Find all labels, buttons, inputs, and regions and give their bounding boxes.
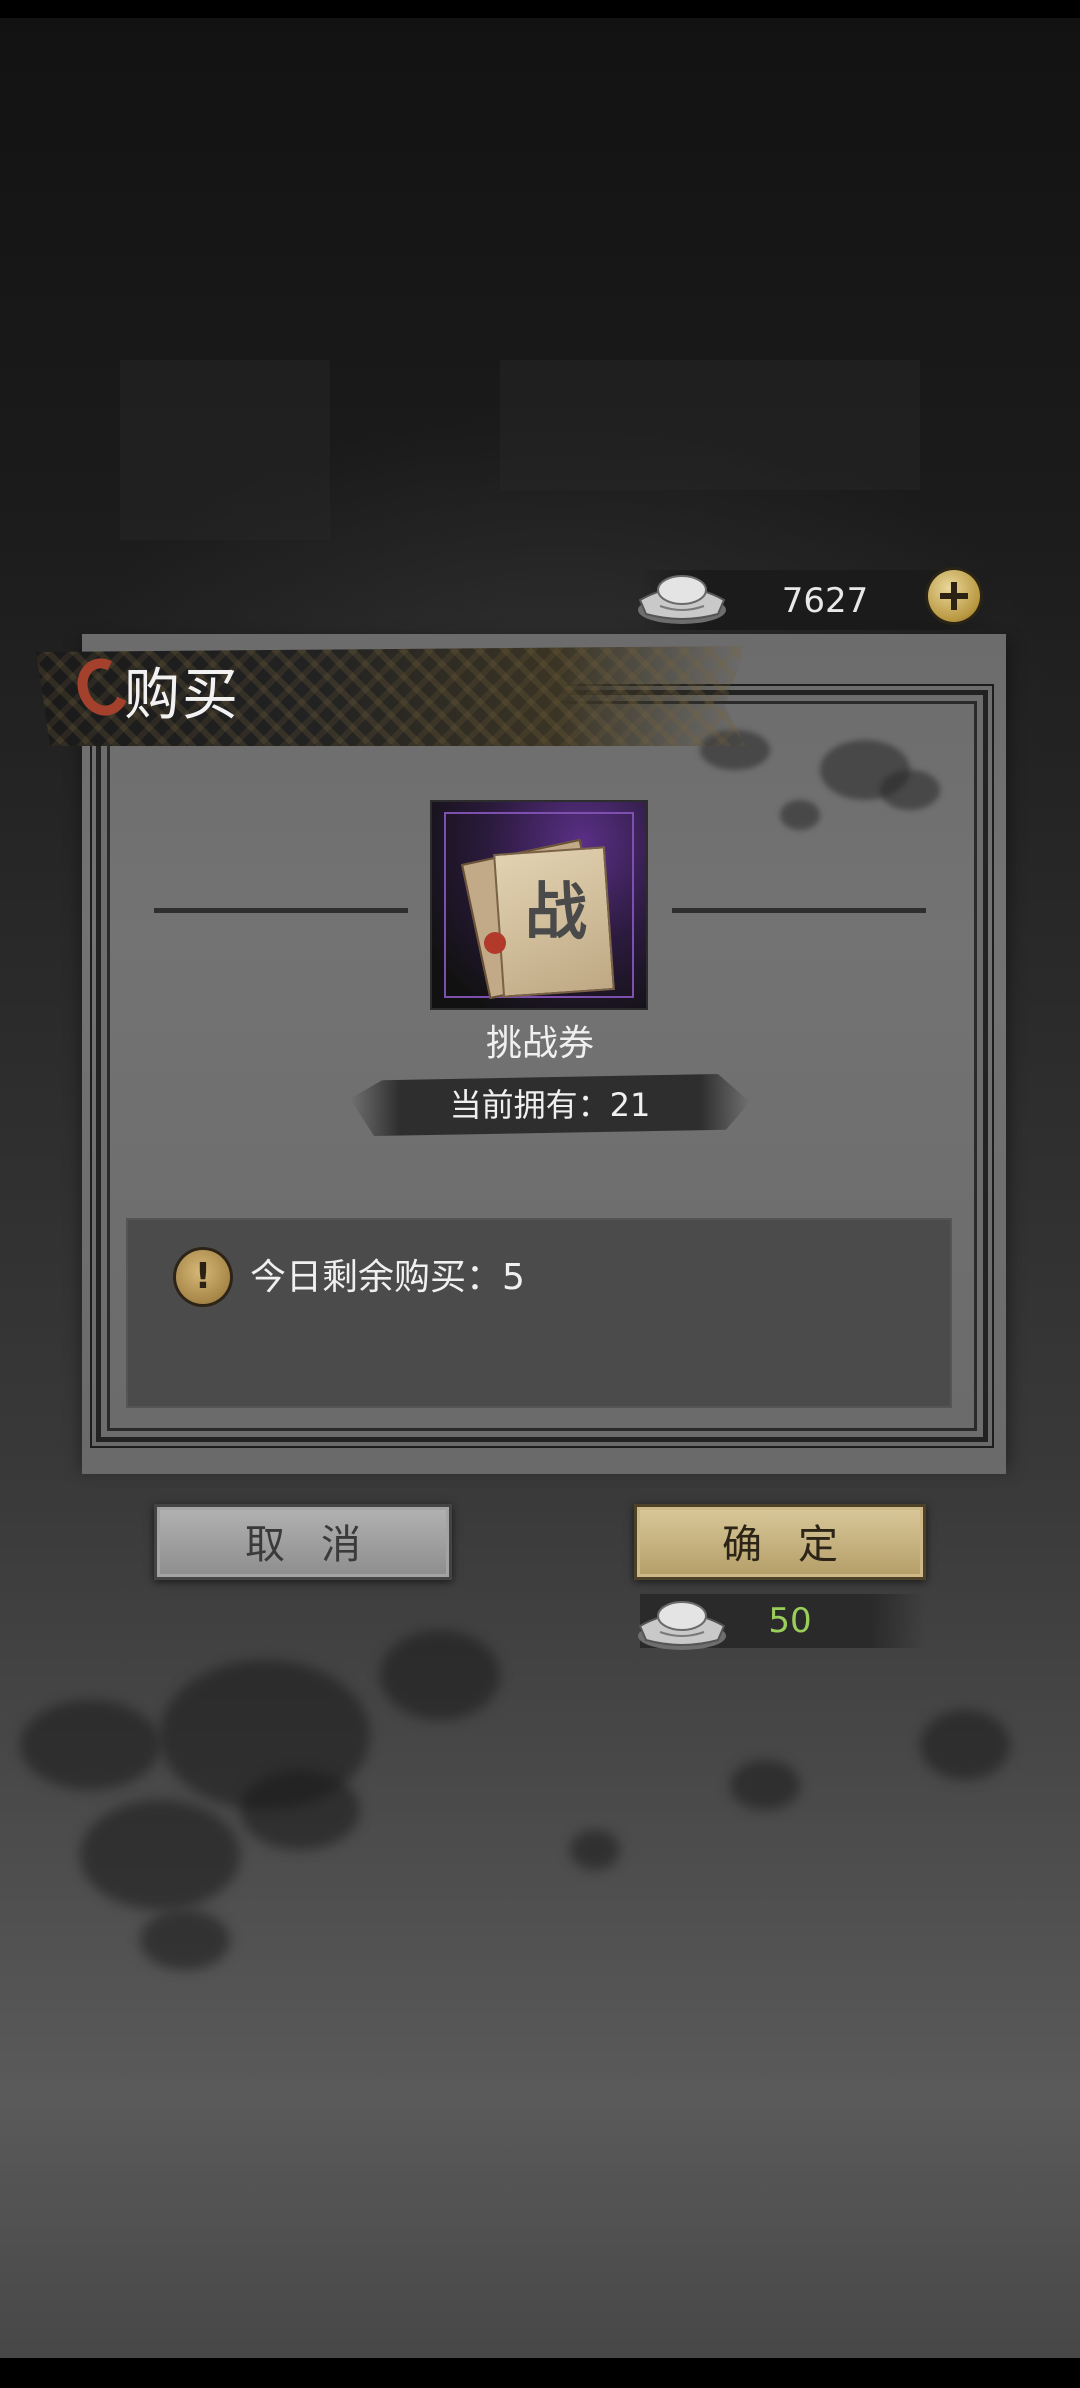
ink-blot [140, 1910, 230, 1970]
cancel-button[interactable]: 取消 [154, 1504, 452, 1580]
ink-blot [20, 1700, 160, 1790]
silver-ingot-icon [638, 575, 726, 624]
ticket-glyph: 战 [524, 875, 587, 948]
owned-count: 当前拥有：21 [449, 1086, 651, 1124]
add-currency-button[interactable] [928, 570, 980, 622]
dialog-title: 购买 [124, 663, 240, 728]
daily-limit-box [126, 1218, 952, 1408]
currency-amount: 7627 [781, 581, 869, 621]
ink-blot [920, 1710, 1010, 1780]
item-name: 挑战券 [485, 1023, 594, 1064]
ink-blot [80, 1800, 240, 1910]
ticket-seal [484, 932, 506, 954]
navigation-bar [0, 2358, 1080, 2388]
ink-blot [240, 1770, 360, 1850]
divider-left [154, 908, 408, 913]
daily-limit-text: 今日剩余购买：5 [250, 1257, 525, 1298]
ink-blot [380, 1630, 500, 1720]
divider-right [672, 908, 926, 913]
purchase-screen: 7627 购买 战 挑战券 当前拥有：21 ! 今日剩余购买：5 取消 确定 5… [0, 0, 1080, 2388]
exclamation-icon: ! [176, 1250, 230, 1304]
background-window [500, 360, 920, 490]
cost-amount: 50 [768, 1601, 812, 1641]
status-bar [0, 0, 1080, 18]
ink-blot [730, 1760, 800, 1810]
background-window [120, 360, 330, 540]
confirm-button[interactable]: 确定 [634, 1504, 926, 1580]
ink-blot [570, 1830, 620, 1870]
silver-ingot-icon [638, 1601, 726, 1650]
